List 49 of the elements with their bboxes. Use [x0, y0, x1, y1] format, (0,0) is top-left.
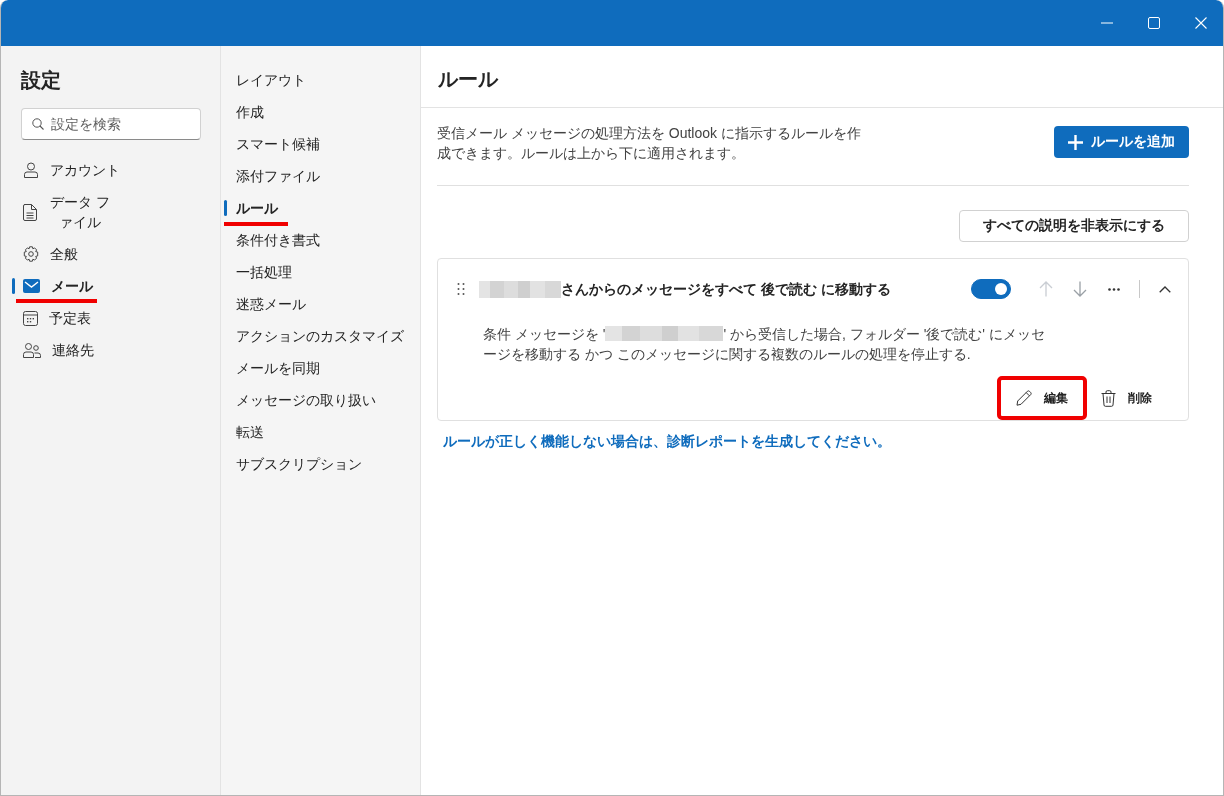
diagnostic-report-link[interactable]: ルールが正しく機能しない場合は、診断レポートを生成してください。: [443, 433, 891, 451]
settings-menu-item[interactable]: 迷惑メール: [234, 290, 308, 318]
people-icon: [23, 342, 41, 358]
sidebar-item[interactable]: 予定表: [21, 304, 93, 332]
delete-button[interactable]: 削除: [1089, 381, 1164, 415]
trash-icon: [1101, 389, 1116, 407]
settings-menu-item[interactable]: サブスクリプション: [234, 450, 364, 478]
more-icon: [1108, 287, 1120, 291]
settings-menu-item[interactable]: メールを同期: [234, 354, 322, 382]
sidebar-item[interactable]: 連絡先: [21, 336, 96, 364]
settings-menu-item[interactable]: メッセージの取り扱い: [234, 386, 378, 414]
add-rule-button[interactable]: ルールを追加: [1054, 126, 1189, 158]
condition-text: 条件 メッセージを ' ' から受信した場合, フォルダー '後で読む' にメッセージを移動する かつ このメッセージに関する複数のルールの処理を停止する.: [483, 325, 1046, 364]
close-icon: [1194, 17, 1207, 29]
settings-menu-item[interactable]: ルール: [234, 194, 280, 222]
settings-menu-item[interactable]: スマート候補: [234, 130, 322, 158]
description-text: 受信メール メッセージの処理方法を Outlook に指示するルールを作成できます。ルールは上から下に適用されます。: [437, 124, 862, 163]
person-icon: [23, 162, 39, 178]
edit-button[interactable]: 編集: [1004, 381, 1080, 415]
gear-icon: [23, 246, 39, 262]
sidebar-item[interactable]: アカウント: [21, 156, 122, 184]
chevron-up-icon: [1159, 285, 1171, 293]
rule-title: さんからのメッセージをすべて 後で読む に移動する: [561, 280, 891, 299]
minimize-icon: [1100, 22, 1113, 24]
down-arrow-icon: [1073, 281, 1087, 297]
settings-menu-item[interactable]: レイアウト: [234, 66, 308, 94]
sidebar-item[interactable]: メール: [21, 272, 95, 300]
settings-menu-item[interactable]: アクションのカスタマイズ: [234, 322, 406, 350]
settings-title: 設定: [21, 68, 62, 93]
settings-menu-item[interactable]: 条件付き書式: [234, 226, 322, 254]
calendar-icon: [23, 310, 38, 326]
up-arrow-icon: [1039, 281, 1053, 297]
pencil-icon: [1016, 390, 1032, 406]
settings-menu-item[interactable]: 添付ファイル: [234, 162, 322, 190]
sidebar-item[interactable]: 全般: [21, 240, 80, 268]
settings-menu-item[interactable]: 一括処理: [234, 258, 294, 286]
plus-icon: [1068, 134, 1083, 150]
hide-descriptions-button[interactable]: すべての説明を非表示にする: [959, 210, 1189, 242]
search-icon: [32, 118, 44, 130]
envelope-icon: [23, 279, 40, 293]
search-field[interactable]: 設定を検索: [21, 108, 201, 140]
drag-handle-icon[interactable]: [457, 282, 465, 296]
rule-toggle[interactable]: [971, 279, 1011, 299]
page-title: ルール: [438, 66, 498, 92]
sidebar-item[interactable]: データ ファイル: [21, 188, 114, 236]
settings-menu-item[interactable]: 転送: [234, 418, 266, 446]
settings-menu-item[interactable]: 作成: [234, 98, 266, 126]
document-icon: [23, 203, 37, 221]
maximize-icon: [1147, 17, 1160, 29]
